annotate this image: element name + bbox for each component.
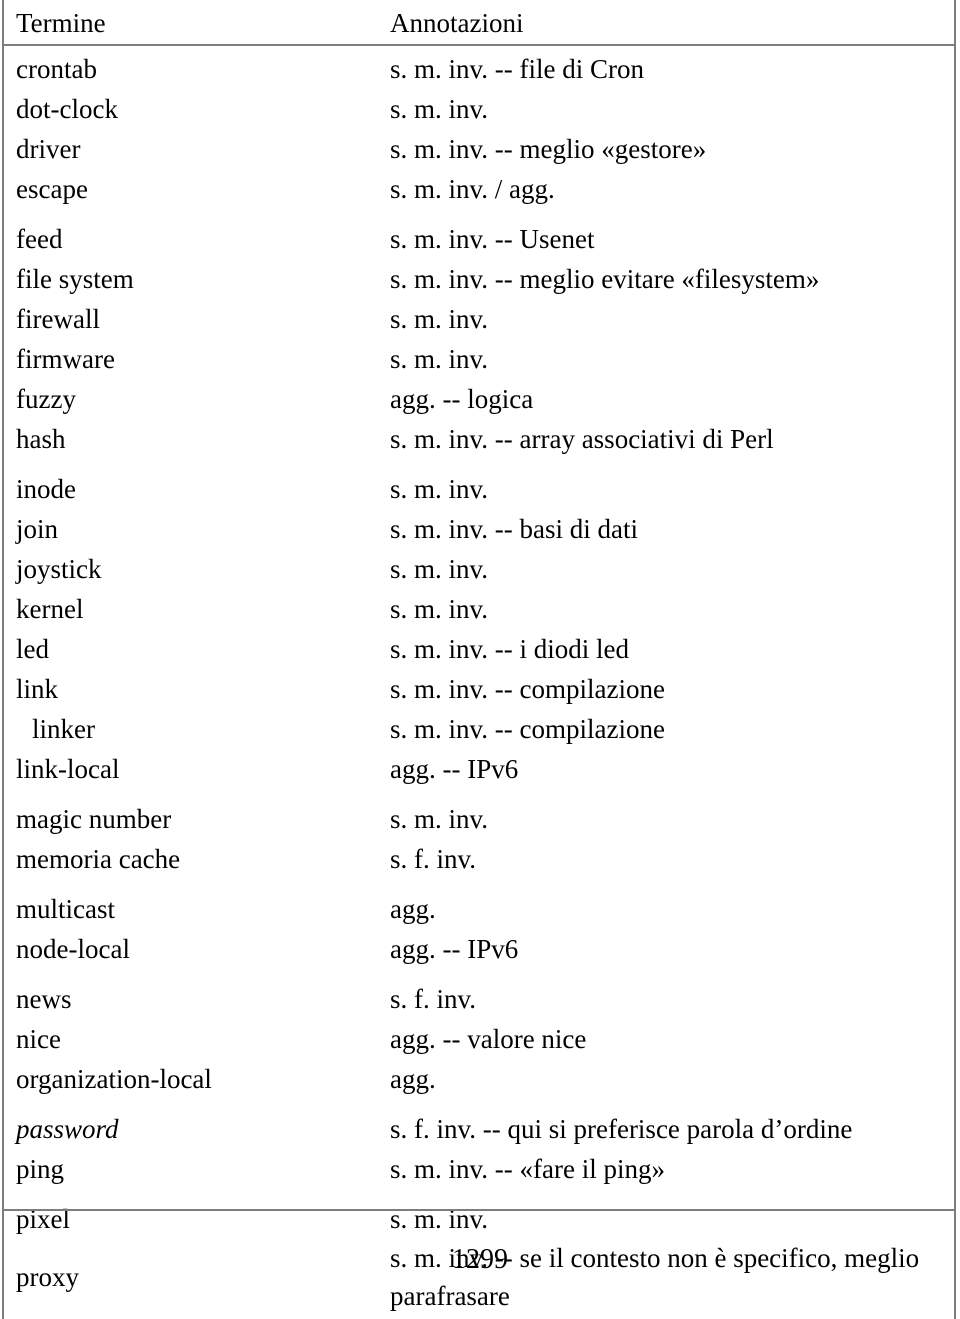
table-row: firewall s. m. inv. xyxy=(4,299,954,339)
glossary-table: Termine Annotazioni crontab s. m. inv. --… xyxy=(2,0,956,1319)
table-row: linker s. m. inv. -- compilazione xyxy=(4,709,954,749)
term-cell: feed xyxy=(16,224,63,254)
table-row: link-local agg. -- IPv6 xyxy=(4,749,954,799)
table-row: password s. f. inv. -- qui si preferisce … xyxy=(4,1109,954,1149)
table-row: multicast agg. xyxy=(4,889,954,929)
annotation-cell: s. m. inv. -- basi di dati xyxy=(390,514,638,544)
annotation-cell: s. f. inv. -- qui si preferisce parola d… xyxy=(390,1114,853,1144)
table-row: memoria cache s. f. inv. xyxy=(4,839,954,889)
term-cell: nice xyxy=(16,1024,61,1054)
term-cell: join xyxy=(16,514,59,544)
annotation-cell: s. m. inv. xyxy=(390,304,489,334)
table-row: feed s. m. inv. -- Usenet xyxy=(4,219,954,259)
term-cell: escape xyxy=(16,174,88,204)
term-cell: multicast xyxy=(16,894,115,924)
table-row: pixel s. m. inv. xyxy=(4,1199,954,1239)
annotation-cell: agg. xyxy=(390,894,436,924)
term-cell: pixel xyxy=(16,1204,70,1234)
annotation-cell: s. m. inv. -- i diodi led xyxy=(390,634,629,664)
annotation-cell: s. m. inv. -- array associativi di Perl xyxy=(390,424,774,454)
annotation-cell: s. m. inv. -- meglio evitare «filesystem… xyxy=(390,264,820,294)
table-row: node-local agg. -- IPv6 xyxy=(4,929,954,979)
annotation-cell: s. m. inv. xyxy=(390,554,489,584)
term-cell: linker xyxy=(32,714,95,744)
term-cell: driver xyxy=(16,134,81,164)
term-cell: node-local xyxy=(16,934,130,964)
annotation-cell: s. m. inv. -- compilazione xyxy=(390,714,665,744)
annotation-cell: agg. xyxy=(390,1064,436,1094)
term-cell: kernel xyxy=(16,594,84,624)
annotation-cell: s. m. inv. xyxy=(390,804,489,834)
annotation-cell: s. m. inv. -- «fare il ping» xyxy=(390,1154,665,1184)
annotation-cell: agg. -- IPv6 xyxy=(390,934,519,964)
term-cell: hash xyxy=(16,424,66,454)
annotation-cell: agg. -- logica xyxy=(390,384,534,414)
page-bottom-rule xyxy=(2,1209,956,1211)
table-body: crontab s. m. inv. -- file di Cron dot-clo… xyxy=(4,46,954,1319)
annotation-cell: agg. -- valore nice xyxy=(390,1024,587,1054)
annotation-cell: s. m. inv. -- Usenet xyxy=(390,224,595,254)
table-row: joystick s. m. inv. xyxy=(4,549,954,589)
table-row: organization-local agg. xyxy=(4,1059,954,1109)
term-cell: dot-clock xyxy=(16,94,118,124)
annotation-cell: s. m. inv. -- meglio «gestore» xyxy=(390,134,707,164)
table-row: nice agg. -- valore nice xyxy=(4,1019,954,1059)
term-cell: fuzzy xyxy=(16,384,76,414)
table-row: link s. m. inv. -- compilazione xyxy=(4,669,954,709)
term-cell: memoria cache xyxy=(16,844,181,874)
column-header-note: Annotazioni xyxy=(390,8,524,38)
term-cell: joystick xyxy=(16,554,102,584)
table-row: dot-clock s. m. inv. xyxy=(4,89,954,129)
annotation-cell: s. m. inv. xyxy=(390,474,489,504)
term-cell: magic number xyxy=(16,804,172,834)
annotation-cell: s. m. inv. -- file di Cron xyxy=(390,54,644,84)
table-row: led s. m. inv. -- i diodi led xyxy=(4,629,954,669)
table-row: kernel s. m. inv. xyxy=(4,589,954,629)
table-row: fuzzy agg. -- logica xyxy=(4,379,954,419)
table-row: hash s. m. inv. -- array associativi di P… xyxy=(4,419,954,469)
table-row: crontab s. m. inv. -- file di Cron xyxy=(4,49,954,89)
term-cell: led xyxy=(16,634,49,664)
term-cell: inode xyxy=(16,474,76,504)
annotation-cell: s. m. inv. xyxy=(390,344,489,374)
table-row: news s. f. inv. xyxy=(4,979,954,1019)
annotation-cell: s. f. inv. xyxy=(390,844,476,874)
term-cell: crontab xyxy=(16,54,97,84)
table-row: escape s. m. inv. / agg. xyxy=(4,169,954,219)
annotation-cell: s. m. inv. xyxy=(390,94,489,124)
term-cell: link-local xyxy=(16,754,120,784)
table-row: driver s. m. inv. -- meglio «gestore» xyxy=(4,129,954,169)
document-page: Termine Annotazioni crontab s. m. inv. --… xyxy=(0,0,960,1319)
annotation-cell: s. m. inv. xyxy=(390,1204,489,1234)
term-cell: password xyxy=(16,1114,119,1144)
annotation-cell: s. m. inv. xyxy=(390,594,489,624)
table-row: file system s. m. inv. -- meglio evitare … xyxy=(4,259,954,299)
table-row: magic number s. m. inv. xyxy=(4,799,954,839)
term-cell: file system xyxy=(16,264,134,294)
table-row: ping s. m. inv. -- «fare il ping» xyxy=(4,1149,954,1199)
term-cell: firewall xyxy=(16,304,100,334)
table-row: join s. m. inv. -- basi di dati xyxy=(4,509,954,549)
annotation-cell: s. m. inv. / agg. xyxy=(390,174,555,204)
term-cell: news xyxy=(16,984,72,1014)
annotation-cell: s. f. inv. xyxy=(390,984,476,1014)
term-cell: link xyxy=(16,674,59,704)
term-cell: ping xyxy=(16,1154,65,1184)
term-cell: organization-local xyxy=(16,1064,212,1094)
annotation-cell: agg. -- IPv6 xyxy=(390,754,519,784)
table-header-row: Termine Annotazioni xyxy=(4,0,954,46)
table-row: inode s. m. inv. xyxy=(4,469,954,509)
term-cell: firmware xyxy=(16,344,115,374)
page-number: 1299 xyxy=(452,1244,508,1275)
table-row: firmware s. m. inv. xyxy=(4,339,954,379)
column-header-term: Termine xyxy=(16,8,106,38)
annotation-cell: s. m. inv. -- compilazione xyxy=(390,674,665,704)
